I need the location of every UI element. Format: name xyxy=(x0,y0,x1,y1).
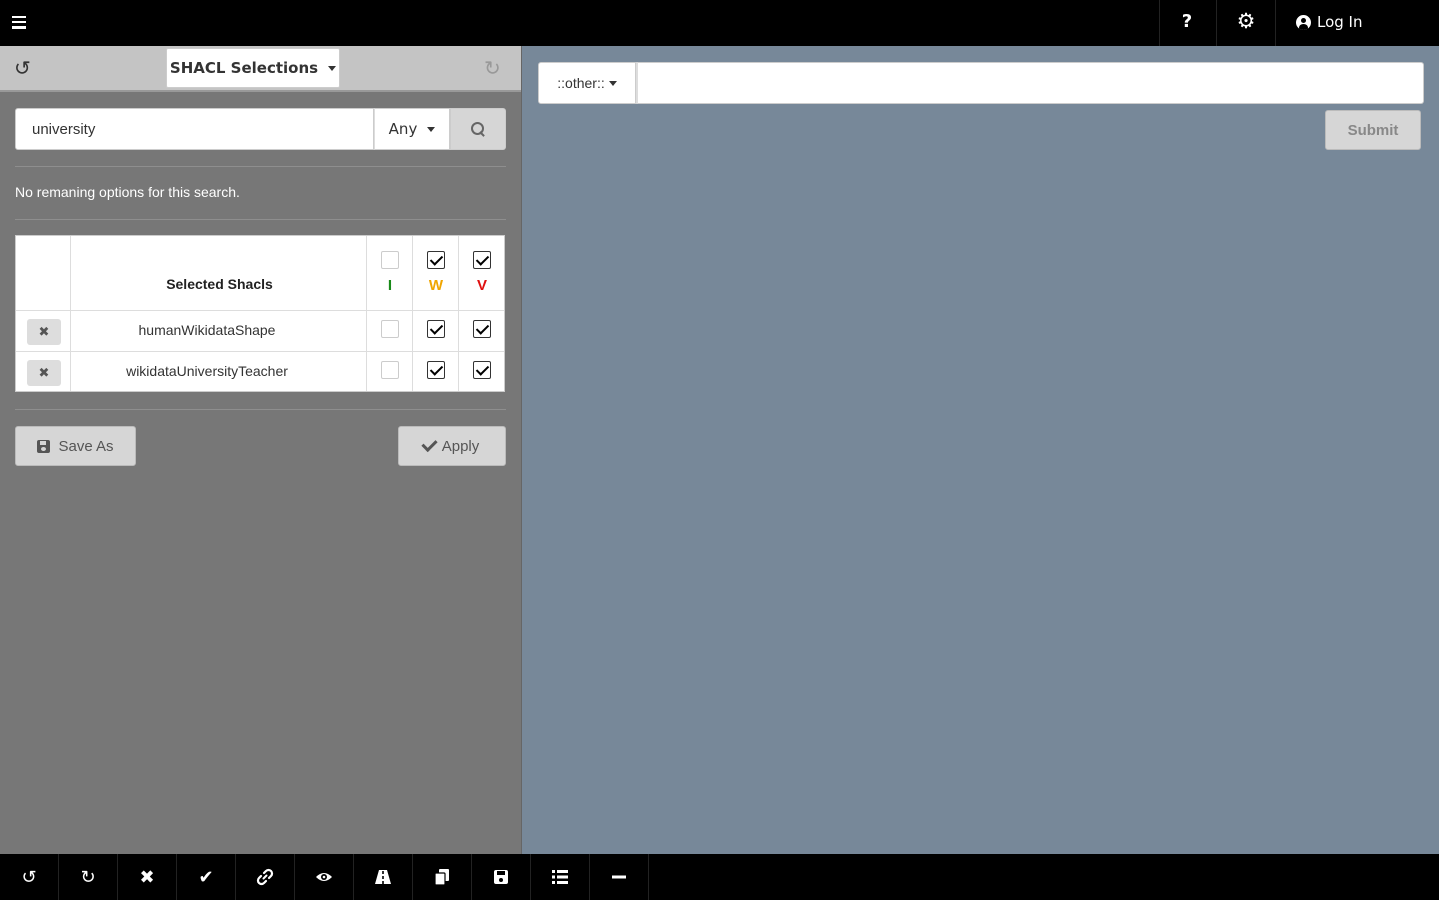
level-v-checkbox[interactable] xyxy=(473,320,491,338)
undo-icon[interactable]: ↺ xyxy=(14,56,31,80)
table-header: Selected Shacls I W V xyxy=(16,236,504,311)
apply-button[interactable]: Apply xyxy=(398,426,506,466)
divider xyxy=(1216,0,1217,46)
level-v-label: V xyxy=(476,277,487,294)
link-icon[interactable] xyxy=(236,854,295,900)
column-divider xyxy=(70,236,71,391)
remove-shacl-button[interactable]: ✖ xyxy=(27,319,61,345)
undo-icon[interactable]: ↺ xyxy=(0,854,59,900)
shacl-search-input[interactable] xyxy=(15,108,374,150)
search-scope-dropdown[interactable]: Any xyxy=(374,108,450,150)
panel-header: ↺ SHACL Selections ↻ xyxy=(0,46,521,92)
shacl-selections-label: SHACL Selections xyxy=(169,59,319,77)
search-button[interactable] xyxy=(450,108,506,150)
help-icon[interactable]: ? xyxy=(1178,11,1196,32)
level-v-checkbox[interactable] xyxy=(473,361,491,379)
divider xyxy=(15,409,506,410)
copy-icon[interactable] xyxy=(413,854,472,900)
hamburger-menu-icon[interactable] xyxy=(12,13,42,33)
shacl-search-row: Any xyxy=(15,108,506,150)
save-as-button[interactable]: Save As xyxy=(15,426,136,466)
save-icon xyxy=(37,439,51,453)
login-button[interactable]: Log In xyxy=(1296,13,1363,31)
column-divider xyxy=(412,236,413,391)
close-icon: ✖ xyxy=(38,365,50,381)
shacl-name: wikidataUniversityTeacher xyxy=(126,363,288,379)
redo-icon[interactable]: ↻ xyxy=(59,854,118,900)
selected-shacls-table: Selected Shacls I W V ✖ humanWikidataSha… xyxy=(15,235,505,392)
divider xyxy=(15,219,506,220)
save-icon[interactable] xyxy=(472,854,531,900)
road-icon[interactable] xyxy=(354,854,413,900)
redo-icon[interactable]: ↻ xyxy=(484,56,501,80)
submit-button[interactable]: Submit xyxy=(1325,110,1421,150)
query-panel: ::other:: Submit xyxy=(522,46,1439,854)
caret-down-icon xyxy=(328,65,337,71)
divider xyxy=(1159,0,1160,46)
level-i-checkbox[interactable] xyxy=(381,361,399,379)
shacl-name: humanWikidataShape xyxy=(138,322,276,338)
search-icon xyxy=(471,122,485,136)
level-i-all-checkbox[interactable] xyxy=(381,251,399,269)
query-input[interactable] xyxy=(636,62,1424,104)
close-icon: ✖ xyxy=(38,324,50,340)
level-w-checkbox[interactable] xyxy=(427,320,445,338)
remove-shacl-button[interactable]: ✖ xyxy=(27,360,61,386)
apply-label: Apply xyxy=(441,437,480,455)
caret-down-icon xyxy=(608,80,617,86)
divider xyxy=(1275,0,1276,46)
type-dropdown-label: ::other:: xyxy=(557,75,605,91)
table-row: ✖ wikidataUniversityTeacher xyxy=(16,352,504,393)
caret-down-icon xyxy=(427,126,436,132)
type-dropdown[interactable]: ::other:: xyxy=(538,62,636,104)
query-row: ::other:: xyxy=(538,62,1424,104)
selected-shacls-header: Selected Shacls xyxy=(166,276,273,292)
no-options-message: No remaning options for this search. xyxy=(15,184,240,200)
level-w-checkbox[interactable] xyxy=(427,361,445,379)
top-navbar: ? ⚙ Log In xyxy=(0,0,1439,46)
check-icon xyxy=(421,435,438,453)
level-v-all-checkbox[interactable] xyxy=(473,251,491,269)
divider xyxy=(15,166,506,167)
column-divider xyxy=(458,236,459,391)
level-i-label: I xyxy=(387,277,393,294)
eye-icon[interactable] xyxy=(295,854,354,900)
shacl-selections-dropdown[interactable]: SHACL Selections xyxy=(166,48,340,88)
column-divider xyxy=(366,236,367,391)
login-label: Log In xyxy=(1317,13,1363,31)
user-circle-icon xyxy=(1296,14,1311,30)
list-icon[interactable] xyxy=(531,854,590,900)
level-i-checkbox[interactable] xyxy=(381,320,399,338)
search-scope-label: Any xyxy=(388,120,418,138)
close-icon[interactable]: ✖ xyxy=(118,854,177,900)
level-w-label: W xyxy=(428,277,444,294)
shacl-panel: ↺ SHACL Selections ↻ Any No remaning opt… xyxy=(0,46,522,854)
table-row: ✖ humanWikidataShape xyxy=(16,311,504,352)
minus-icon[interactable] xyxy=(590,854,649,900)
level-w-all-checkbox[interactable] xyxy=(427,251,445,269)
gear-icon[interactable]: ⚙ xyxy=(1235,9,1257,33)
bottom-toolbar: ↺ ↻ ✖ ✔ xyxy=(0,854,1439,900)
save-as-label: Save As xyxy=(58,437,114,455)
check-icon[interactable]: ✔ xyxy=(177,854,236,900)
